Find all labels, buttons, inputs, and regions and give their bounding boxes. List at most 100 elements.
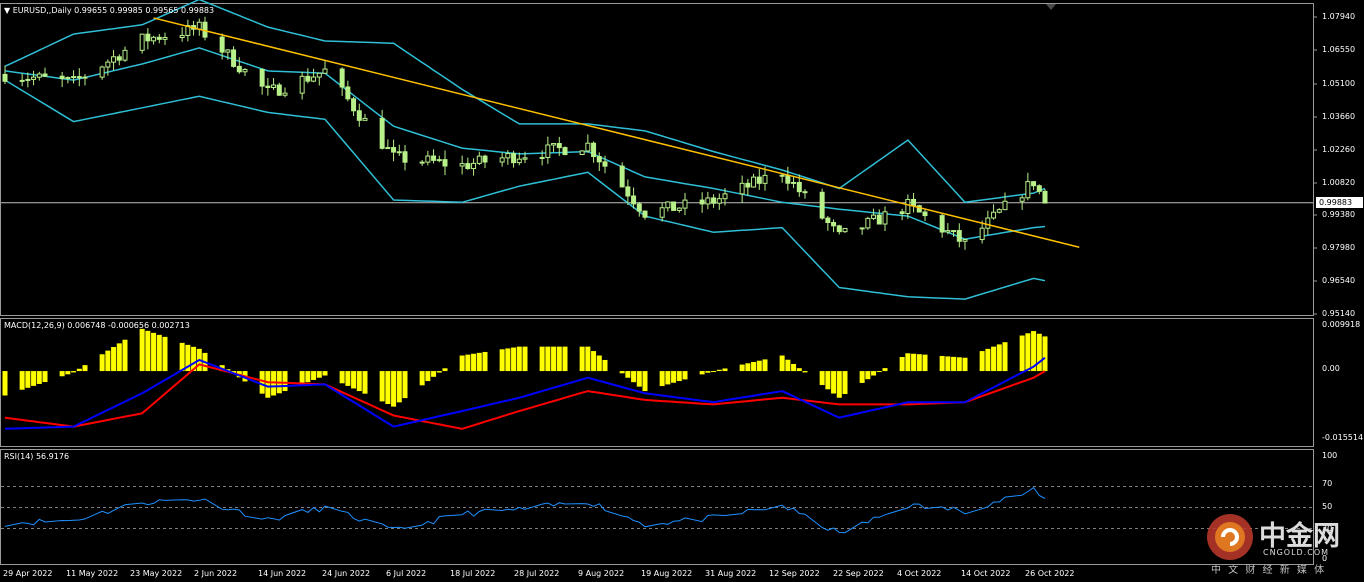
macd-histogram-bar [111,347,117,372]
main-header: ▼ EURUSD,,Daily 0.99655 0.99985 0.99565 … [4,6,214,15]
macd-histogram-bar [419,371,425,386]
macd-histogram-bar [991,346,997,372]
macd-histogram-bar [745,363,751,372]
candle [1042,189,1048,204]
macd-histogram-bar [659,371,665,387]
macd-histogram-bar [322,371,328,376]
candle [579,150,585,156]
date-tick-label: 9 Aug 2022 [578,569,625,578]
macd-histogram-bar [311,371,317,380]
macd-histogram-bar [545,346,551,372]
macd-histogram-bar [539,346,545,372]
macd-histogram-bar [1025,333,1031,372]
macd-histogram-bar [25,371,31,388]
current-price-label: 0.99883 [1316,197,1363,208]
date-tick-label: 14 Oct 2022 [961,569,1011,578]
macd-histogram-bar [836,371,842,398]
macd-histogram-bar [551,346,557,372]
macd-histogram-bar [579,346,585,372]
macd-histogram-bar [596,355,602,372]
main-header-text: EURUSD,,Daily 0.99655 0.99985 0.99565 0.… [12,6,215,15]
watermark-domain: CNGOLD.COM [1263,548,1330,557]
macd-histogram-bar [305,371,311,383]
macd-histogram-bar [631,371,637,383]
price-tick-label: 1.02260 [1322,145,1356,154]
macd-tick-label: 0.009918 [1322,320,1361,329]
candle [562,146,568,156]
macd-histogram-bar [76,368,82,372]
macd-histogram-bar [591,351,597,372]
macd-histogram-bar [351,371,357,389]
macd-histogram-bar [636,371,642,387]
macd-histogram-bar [865,371,871,380]
macd-histogram-bar [602,359,608,372]
macd-histogram-bar [945,356,951,372]
macd-histogram-bar [471,353,477,372]
macd-histogram-bar [59,371,65,377]
macd-histogram-bar [699,371,705,375]
macd-histogram-bar [431,371,437,377]
macd-histogram-bar [356,371,362,392]
macd-histogram-bar [831,371,837,394]
macd-histogram-bar [19,371,25,390]
macd-histogram-bar [922,354,928,372]
macd-histogram-bar [345,371,351,386]
macd-histogram-bar [882,368,888,372]
macd-histogram-bar [265,371,271,398]
macd-histogram-bar [899,356,905,372]
price-tick-label: 0.99380 [1322,210,1356,219]
date-tick-label: 29 Apr 2022 [3,569,53,578]
macd-histogram-bar [362,371,368,394]
candle [139,33,145,54]
macd-histogram-bar [985,348,991,372]
macd-histogram-bar [791,363,797,372]
date-tick-label: 19 Aug 2022 [641,569,693,578]
cngold-watermark: 中金网 CNGOLD.COM 中 文 财 经 新 媒 体 [1205,512,1363,576]
date-tick-label: 14 Jun 2022 [258,569,307,578]
macd-histogram-bar [1002,342,1008,372]
macd-header: MACD(12,26,9) 0.006748 -0.000656 0.00271… [4,321,190,330]
macd-histogram-bar [82,365,88,372]
macd-histogram-bar [556,346,562,372]
chart-window: ▼ EURUSD,,Daily 0.99655 0.99985 0.99565 … [0,0,1364,582]
macd-histogram-bar [979,351,985,372]
macd-histogram-bar [859,371,865,383]
macd-histogram-bar [722,368,728,372]
macd-histogram-bar [996,344,1002,372]
candle [276,82,282,96]
price-tick-label: 0.97980 [1322,243,1356,252]
macd-histogram-bar [705,371,711,373]
rsi-header: RSI(14) 56.9176 [4,452,70,461]
macd-histogram-bar [282,371,288,392]
macd-histogram-bar [562,346,568,372]
macd-histogram-bar [99,354,105,372]
macd-histogram-bar [785,359,791,372]
date-tick-label: 22 Sep 2022 [833,569,884,578]
macd-histogram-bar [825,371,831,390]
watermark-tagline: 中 文 财 经 新 媒 体 [1211,565,1327,576]
macd-histogram-bar [842,371,848,395]
macd-histogram-bar [716,369,722,372]
macd-histogram-bar [962,357,968,372]
macd-histogram-bar [751,361,757,372]
macd-histogram-bar [442,368,448,372]
macd-tick-label: -0.015514 [1322,433,1364,442]
macd-histogram-bar [802,371,808,373]
macd-histogram-bar [625,371,631,378]
date-tick-label: 28 Jul 2022 [514,569,560,578]
macd-histogram-bar [339,371,345,384]
date-tick-label: 18 Jul 2022 [450,569,496,578]
chart-menu-arrow-icon[interactable]: ▼ [4,6,10,15]
macd-histogram-bar [299,371,305,385]
macd-histogram-bar [522,346,528,372]
macd-histogram-bar [619,371,625,374]
cngold-logo-icon [1207,514,1253,560]
rsi-tick-label: 70 [1322,479,1333,488]
date-tick-label: 4 Oct 2022 [897,569,942,578]
macd-histogram-bar [425,371,431,382]
rsi-tick-label: 100 [1322,451,1338,460]
macd-histogram-bar [465,354,471,372]
macd-histogram-bar [916,354,922,372]
macd-histogram-bar [516,346,522,372]
date-tick-label: 23 May 2022 [130,569,183,578]
